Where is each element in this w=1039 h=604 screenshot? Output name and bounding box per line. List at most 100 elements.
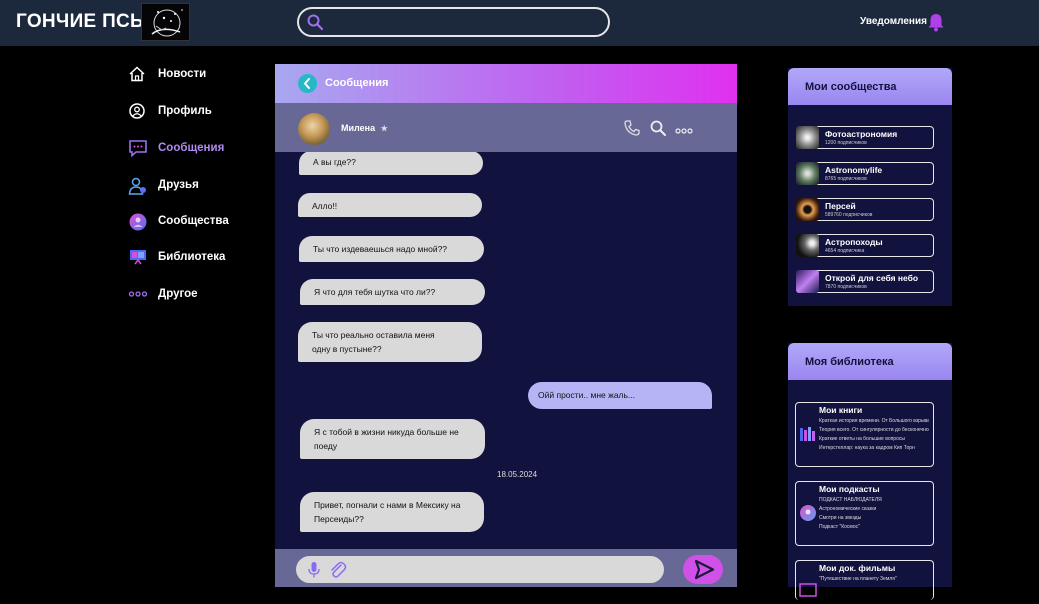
- library-header: Моя библиотека: [788, 343, 952, 380]
- community-item[interactable]: Фотоастрономия 1200 подписчиков: [796, 126, 934, 149]
- community-name: Персей: [825, 201, 856, 211]
- community-subscribers: 4654 подписчика: [825, 248, 865, 254]
- send-button[interactable]: [683, 555, 723, 584]
- library-section-films[interactable]: Мои док. фильмы "Путешествие на планету …: [795, 560, 934, 600]
- section-title: Мои док. фильмы: [819, 563, 896, 573]
- community-item[interactable]: Астропоходы 4654 подписчика: [796, 234, 934, 257]
- send-icon: [694, 559, 715, 580]
- community-item[interactable]: Персей 589760 подписчиков: [796, 198, 934, 221]
- search-icon[interactable]: [649, 119, 667, 142]
- bell-icon[interactable]: [927, 12, 945, 32]
- top-header: ГОНЧИЕ ПСЫ Уведомления: [0, 0, 1039, 46]
- community-item[interactable]: Astronomylife 8765 подписчиков: [796, 162, 934, 185]
- nav-item-profile[interactable]: Профиль: [128, 101, 268, 121]
- message-bubble[interactable]: Я с тобой в жизни никуда больше не поеду: [300, 419, 485, 459]
- nav-item-messages[interactable]: Сообщения: [128, 138, 268, 158]
- community-item[interactable]: Открой для себя небо 7870 подписчиков: [796, 270, 934, 293]
- message-bubble[interactable]: Привет, погнали с нами в Мексику на Перс…: [300, 492, 484, 532]
- communities-icon: [128, 212, 148, 231]
- community-avatar: [796, 126, 819, 149]
- community-avatar: [796, 162, 819, 185]
- contact-bar: Милена ★: [275, 103, 737, 152]
- message-bubble[interactable]: А вы где??: [299, 152, 483, 175]
- library-item[interactable]: Теория всего. От сингулярности до бескон…: [819, 427, 929, 433]
- chat-window: Сообщения Милена ★ А вы где?? Алло!! Ты …: [275, 64, 737, 587]
- community-avatar: [796, 270, 819, 293]
- section-title: Мои подкасты: [819, 484, 880, 494]
- date-separator: 18.05.2024: [497, 470, 538, 479]
- nav-label: Новости: [158, 68, 207, 80]
- message-input[interactable]: [296, 556, 664, 583]
- nav-item-friends[interactable]: Друзья: [128, 175, 268, 195]
- profile-icon: [128, 102, 148, 120]
- community-subscribers: 8765 подписчиков: [825, 176, 867, 182]
- paperclip-icon[interactable]: [329, 560, 347, 585]
- logo-image[interactable]: [141, 3, 190, 41]
- contact-name[interactable]: Милена ★: [341, 123, 388, 133]
- community-subscribers: 7870 подписчиков: [825, 284, 867, 290]
- phone-icon[interactable]: [623, 119, 641, 142]
- library-item[interactable]: Подкаст "Космос": [819, 524, 929, 530]
- communities-header: Мои сообщества: [788, 68, 952, 105]
- nav-item-news[interactable]: Новости: [128, 64, 268, 84]
- message-list[interactable]: А вы где?? Алло!! Ты что издеваешься над…: [275, 152, 737, 549]
- search-box[interactable]: [297, 7, 610, 37]
- star-icon: ★: [380, 124, 388, 133]
- podcast-icon: [799, 504, 817, 522]
- back-button[interactable]: [298, 74, 317, 93]
- chat-title: Сообщения: [325, 77, 389, 89]
- books-icon: [799, 425, 817, 443]
- library-item[interactable]: Смотри на звезды: [819, 515, 929, 521]
- message-bubble[interactable]: Ойй прости.. мне жаль...: [528, 382, 712, 409]
- message-bubble[interactable]: Ты что реально оставила меня одну в пуст…: [298, 322, 482, 362]
- library-section-podcasts[interactable]: Мои подкасты ПОДКАСТ НАБЛЮДАТЕЛЯ Астроно…: [795, 481, 934, 546]
- avatar[interactable]: [298, 113, 330, 145]
- more-options-icon[interactable]: [675, 123, 693, 141]
- section-title: Мои книги: [819, 405, 863, 415]
- message-bubble[interactable]: Я что для тебя шутка что ли??: [300, 279, 485, 305]
- library-panel: Моя библиотека Мои книги Краткая история…: [788, 343, 952, 600]
- communities-title: Мои сообщества: [805, 81, 897, 93]
- library-item[interactable]: Астрономические сказки: [819, 506, 929, 512]
- more-icon: [128, 285, 148, 303]
- community-subscribers: 589760 подписчиков: [825, 212, 873, 218]
- friends-icon: [128, 176, 148, 195]
- message-bubble[interactable]: Алло!!: [298, 193, 482, 217]
- nav-label: Сообщества: [158, 215, 229, 227]
- message-bubble[interactable]: Ты что издеваешься надо мной??: [299, 236, 484, 262]
- community-avatar: [796, 198, 819, 221]
- nav-label: Профиль: [158, 105, 212, 117]
- logo-text[interactable]: ГОНЧИЕ ПСЫ: [16, 11, 149, 33]
- library-section-books[interactable]: Мои книги Краткая история времени. От Бо…: [795, 402, 934, 467]
- nav-item-library[interactable]: Библиотека: [128, 247, 268, 267]
- nav-label: Библиотека: [158, 251, 226, 263]
- search-icon: [306, 13, 324, 31]
- community-subscribers: 1200 подписчиков: [825, 140, 867, 146]
- library-item[interactable]: Краткая история времени. От Большого взр…: [819, 418, 929, 424]
- communities-panel: Мои сообщества Фотоастрономия 1200 подпи…: [788, 68, 952, 306]
- chevron-left-icon: [303, 78, 310, 89]
- home-icon: [128, 65, 148, 83]
- nav-label: Сообщения: [158, 142, 225, 154]
- nav-item-other[interactable]: Другое: [128, 284, 268, 304]
- messages-icon: [128, 139, 148, 158]
- microphone-icon[interactable]: [308, 561, 320, 584]
- library-item[interactable]: Краткие ответы на большие вопросы: [819, 436, 929, 442]
- library-item[interactable]: ПОДКАСТ НАБЛЮДАТЕЛЯ: [819, 497, 929, 503]
- community-name: Астропоходы: [825, 237, 883, 247]
- film-icon: [799, 581, 817, 599]
- community-name: Фотоастрономия: [825, 129, 898, 139]
- nav-item-communities[interactable]: Сообщества: [128, 211, 268, 231]
- community-name: Astronomylife: [825, 165, 883, 175]
- contact-name-text: Милена: [341, 123, 376, 133]
- nav-label: Друзья: [158, 179, 199, 191]
- library-item[interactable]: "Путешествие на планету Земля": [819, 576, 929, 582]
- nav-label: Другое: [158, 288, 198, 300]
- community-name: Открой для себя небо: [825, 273, 919, 283]
- community-avatar: [796, 234, 819, 257]
- notifications-label[interactable]: Уведомления: [860, 16, 927, 27]
- chat-header: Сообщения: [275, 64, 737, 103]
- library-title: Моя библиотека: [805, 356, 894, 368]
- library-icon: [128, 248, 148, 266]
- library-item[interactable]: Интерстеллар: наука за кадром Кип Торн: [819, 445, 929, 451]
